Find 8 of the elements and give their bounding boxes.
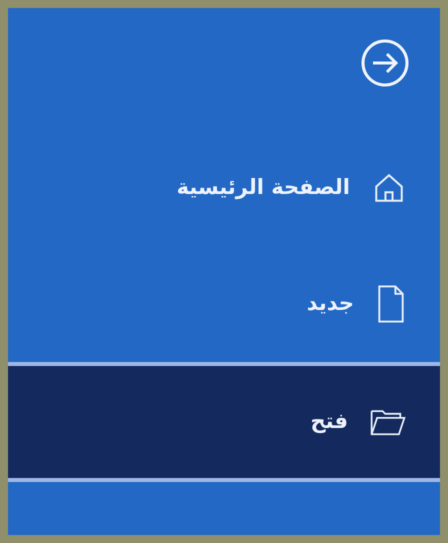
item-label: فتح — [310, 408, 348, 436]
document-icon — [376, 285, 406, 323]
item-label: الصفحة الرئيسية — [176, 174, 350, 202]
folder-icon — [370, 407, 406, 437]
item-label: جديد — [306, 290, 354, 318]
sidebar-item[interactable]: فتح — [8, 366, 440, 478]
sidebar-item[interactable]: جديد — [8, 246, 440, 362]
sidebar-item[interactable]: الصفحة الرئيسية — [8, 130, 440, 246]
